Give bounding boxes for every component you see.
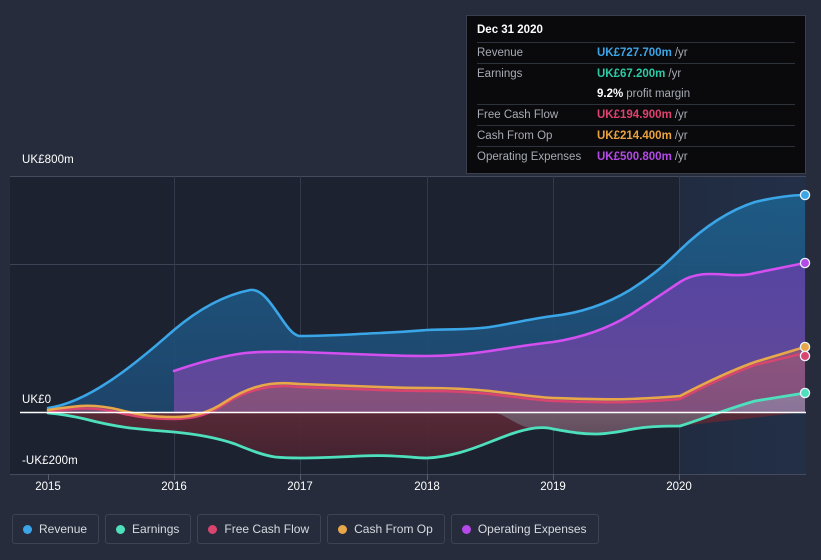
tooltip-value-profit-margin: 9.2% xyxy=(597,88,624,100)
legend-item-revenue[interactable]: Revenue xyxy=(12,514,100,544)
stock-financials-chart: UK£800m UK£0 -UK£200m 2015 2016 2017 201… xyxy=(0,0,821,560)
tooltip-value-operating-expenses: UK£500.800m xyxy=(597,151,672,163)
tooltip-value-cash-from-op: UK£214.400m xyxy=(597,130,672,142)
free-cash-flow-endpoint xyxy=(799,350,811,362)
tooltip-unit-earnings: /yr xyxy=(668,68,682,80)
x-axis-label-2018: 2018 xyxy=(414,481,440,493)
cash-from-op-color-dot-icon xyxy=(338,524,348,534)
tooltip-row-profit-margin: 9.2% profit margin xyxy=(477,84,795,104)
tooltip-value-free-cash-flow: UK£194.900m xyxy=(597,109,672,121)
tooltip-date: Dec 31 2020 xyxy=(477,24,543,36)
x-axis-label-2017: 2017 xyxy=(287,481,313,493)
operating-expenses-endpoint xyxy=(799,257,811,269)
x-axis-label-2015: 2015 xyxy=(35,481,61,493)
free-cash-flow-color-dot-icon xyxy=(208,524,218,534)
tooltip-label-revenue: Revenue xyxy=(477,47,524,59)
tooltip-unit-revenue: /yr xyxy=(674,47,688,59)
tooltip-unit-cash-from-op: /yr xyxy=(674,130,688,142)
legend-item-operating-expenses[interactable]: Operating Expenses xyxy=(450,514,599,544)
chart-tooltip: Dec 31 2020 Revenue UK£727.700m /yr Earn… xyxy=(466,15,806,174)
tooltip-label-cash-from-op: Cash From Op xyxy=(477,130,553,142)
tooltip-unit-free-cash-flow: /yr xyxy=(674,109,688,121)
tooltip-label-operating-expenses: Operating Expenses xyxy=(477,151,582,163)
revenue-color-dot-icon xyxy=(23,524,32,534)
earnings-color-dot-icon xyxy=(116,524,126,534)
tooltip-label-profit-margin: profit margin xyxy=(626,88,691,100)
legend-label-operating-expenses: Operating Expenses xyxy=(477,522,587,536)
revenue-endpoint xyxy=(799,189,811,201)
operating-expenses-color-dot-icon xyxy=(461,524,471,534)
tooltip-row-earnings: Earnings UK£67.200m /yr xyxy=(477,63,795,84)
chart-legend: Revenue Earnings Free Cash Flow Cash Fro… xyxy=(12,514,599,544)
tooltip-row-cash-from-op: Cash From Op UK£214.400m /yr xyxy=(477,125,795,146)
tooltip-unit-operating-expenses: /yr xyxy=(674,151,688,163)
legend-item-earnings[interactable]: Earnings xyxy=(105,514,192,544)
y-axis-label-800m: UK£800m xyxy=(22,154,74,166)
tooltip-row-operating-expenses: Operating Expenses UK£500.800m /yr xyxy=(477,146,795,167)
legend-label-free-cash-flow: Free Cash Flow xyxy=(224,522,310,536)
legend-item-free-cash-flow[interactable]: Free Cash Flow xyxy=(197,514,322,544)
y-axis-label-0: UK£0 xyxy=(22,394,52,406)
x-axis-label-2016: 2016 xyxy=(161,481,187,493)
cash-from-op-endpoint xyxy=(799,341,811,353)
x-axis-label-2020: 2020 xyxy=(666,481,692,493)
tooltip-value-earnings: UK£67.200m xyxy=(597,68,666,80)
legend-label-cash-from-op: Cash From Op xyxy=(354,522,433,536)
earnings-endpoint xyxy=(799,387,811,399)
legend-item-cash-from-op[interactable]: Cash From Op xyxy=(327,514,445,544)
x-axis-label-2019: 2019 xyxy=(540,481,566,493)
legend-label-earnings: Earnings xyxy=(132,522,180,536)
legend-label-revenue: Revenue xyxy=(39,522,88,536)
tooltip-row-revenue: Revenue UK£727.700m /yr xyxy=(477,42,795,63)
tooltip-label-free-cash-flow: Free Cash Flow xyxy=(477,109,559,121)
y-axis-label-neg200m: -UK£200m xyxy=(22,455,78,467)
tooltip-label-earnings: Earnings xyxy=(477,68,523,80)
tooltip-value-revenue: UK£727.700m xyxy=(597,47,672,59)
tooltip-row-free-cash-flow: Free Cash Flow UK£194.900m /yr xyxy=(477,104,795,125)
